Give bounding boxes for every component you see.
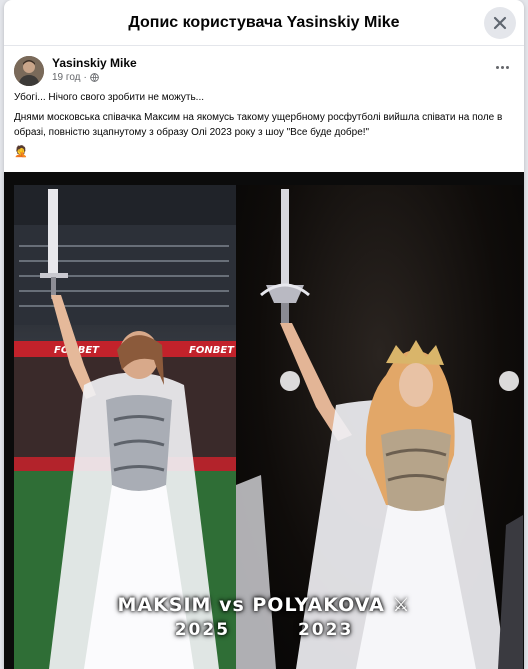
- meta-separator: ·: [83, 72, 87, 83]
- dialog-title: Допис користувача Yasinskiy Mike: [128, 13, 400, 31]
- close-icon: [493, 16, 507, 30]
- post-text-line2: Днями московська співачка Максим на яком…: [14, 112, 503, 138]
- avatar[interactable]: [14, 56, 44, 86]
- post-header: Yasinskiy Mike 19 год ·: [4, 46, 524, 90]
- more-icon-dot: [505, 65, 509, 69]
- post-text-line1: Убогі... Нічого свого зробити не можуть.…: [14, 92, 204, 103]
- dialog-header: Допис користувача Yasinskiy Mike: [4, 0, 524, 46]
- globe-icon: [90, 73, 99, 82]
- avatar-image: [14, 56, 44, 86]
- banner-right-text: FONBET: [189, 345, 235, 356]
- post-text: Убогі... Нічого свого зробити не можуть.…: [4, 90, 524, 160]
- more-icon-dot: [500, 65, 504, 69]
- more-options-button[interactable]: [492, 60, 512, 74]
- caption-years: 2025 2023: [174, 620, 354, 640]
- post-time[interactable]: 19 год: [52, 71, 81, 84]
- close-button[interactable]: [484, 7, 516, 39]
- post-meta: 19 год ·: [52, 71, 137, 84]
- post-image[interactable]: FONBET FONBET: [4, 172, 524, 669]
- post-dialog: Допис користувача Yasinskiy Mike Yasinsk…: [4, 0, 524, 669]
- more-icon: [495, 65, 499, 69]
- author-name[interactable]: Yasinskiy Mike: [52, 56, 137, 71]
- caption-main: MAKSIM vs POLYAKOVA ⚔: [117, 594, 411, 616]
- facepalm-emoji: 🤦: [14, 146, 28, 158]
